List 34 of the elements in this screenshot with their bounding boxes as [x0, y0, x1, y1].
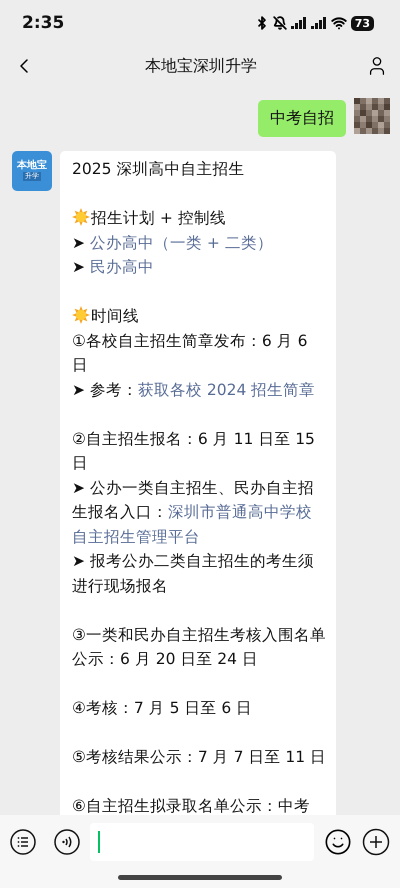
voice-icon[interactable]: [54, 829, 80, 855]
message-line: ③一类和民办自主招生考核入围名单公示：6 月 20 日至 24 日: [72, 624, 326, 670]
chat-title: 本地宝深圳升学: [145, 56, 257, 76]
message-line: ➤ 报考公办二类自主招生的考生须进行现场报名: [72, 551, 315, 596]
message-link[interactable]: 自主招生管理平台: [72, 528, 200, 546]
message-link[interactable]: 民办高中: [90, 258, 154, 276]
heading-text: 招生计划 + 控制线: [91, 209, 226, 227]
message-line: ④考核：7 月 5 日至 6 日: [72, 698, 254, 719]
message-line: ➤ 公办一类自主招生、民办自主招生报名入口：深圳市普通高中学校 自主招生管理平台: [72, 478, 315, 548]
sun-icon: [72, 306, 90, 324]
wifi-icon: [330, 15, 347, 31]
message-line: ⑤考核结果公示：7 月 7 日至 11 日: [72, 747, 326, 768]
message-bubble: 中考自招: [258, 100, 346, 137]
message-line: ➤ 公办高中（一类 + 二类）: [72, 232, 274, 254]
add-icon[interactable]: [362, 828, 390, 856]
menu-icon[interactable]: [10, 829, 36, 855]
message-link[interactable]: 公办高中（一类 + 二类）: [90, 234, 273, 252]
message-line: ①各校自主招生简章发布：6 月 6 日: [72, 330, 308, 376]
message-link[interactable]: 获取各校 2024 招生简章: [138, 380, 316, 398]
status-time: 2:35: [22, 13, 64, 33]
message-input[interactable]: [90, 823, 314, 861]
signal-icon: [290, 17, 307, 29]
message-line: ⑥自主招生拟录取名单公示：中考: [72, 796, 311, 815]
signal-icon: [310, 17, 327, 29]
mute-icon: [272, 16, 287, 30]
sun-icon: [72, 208, 90, 226]
message-line: ➤ 民办高中: [72, 257, 155, 278]
message-link[interactable]: 深圳市普通高中学校: [168, 503, 312, 521]
battery-level: 73: [350, 16, 374, 30]
message-line: ②自主招生报名：6 月 11 日至 15 日: [72, 428, 316, 474]
emoji-icon[interactable]: [324, 828, 352, 856]
message-line: ➤ 参考：获取各校 2024 招生简章: [72, 380, 316, 400]
heading-text: 时间线: [91, 307, 139, 325]
message-line: 2025 深圳高中自主招生: [72, 159, 246, 180]
